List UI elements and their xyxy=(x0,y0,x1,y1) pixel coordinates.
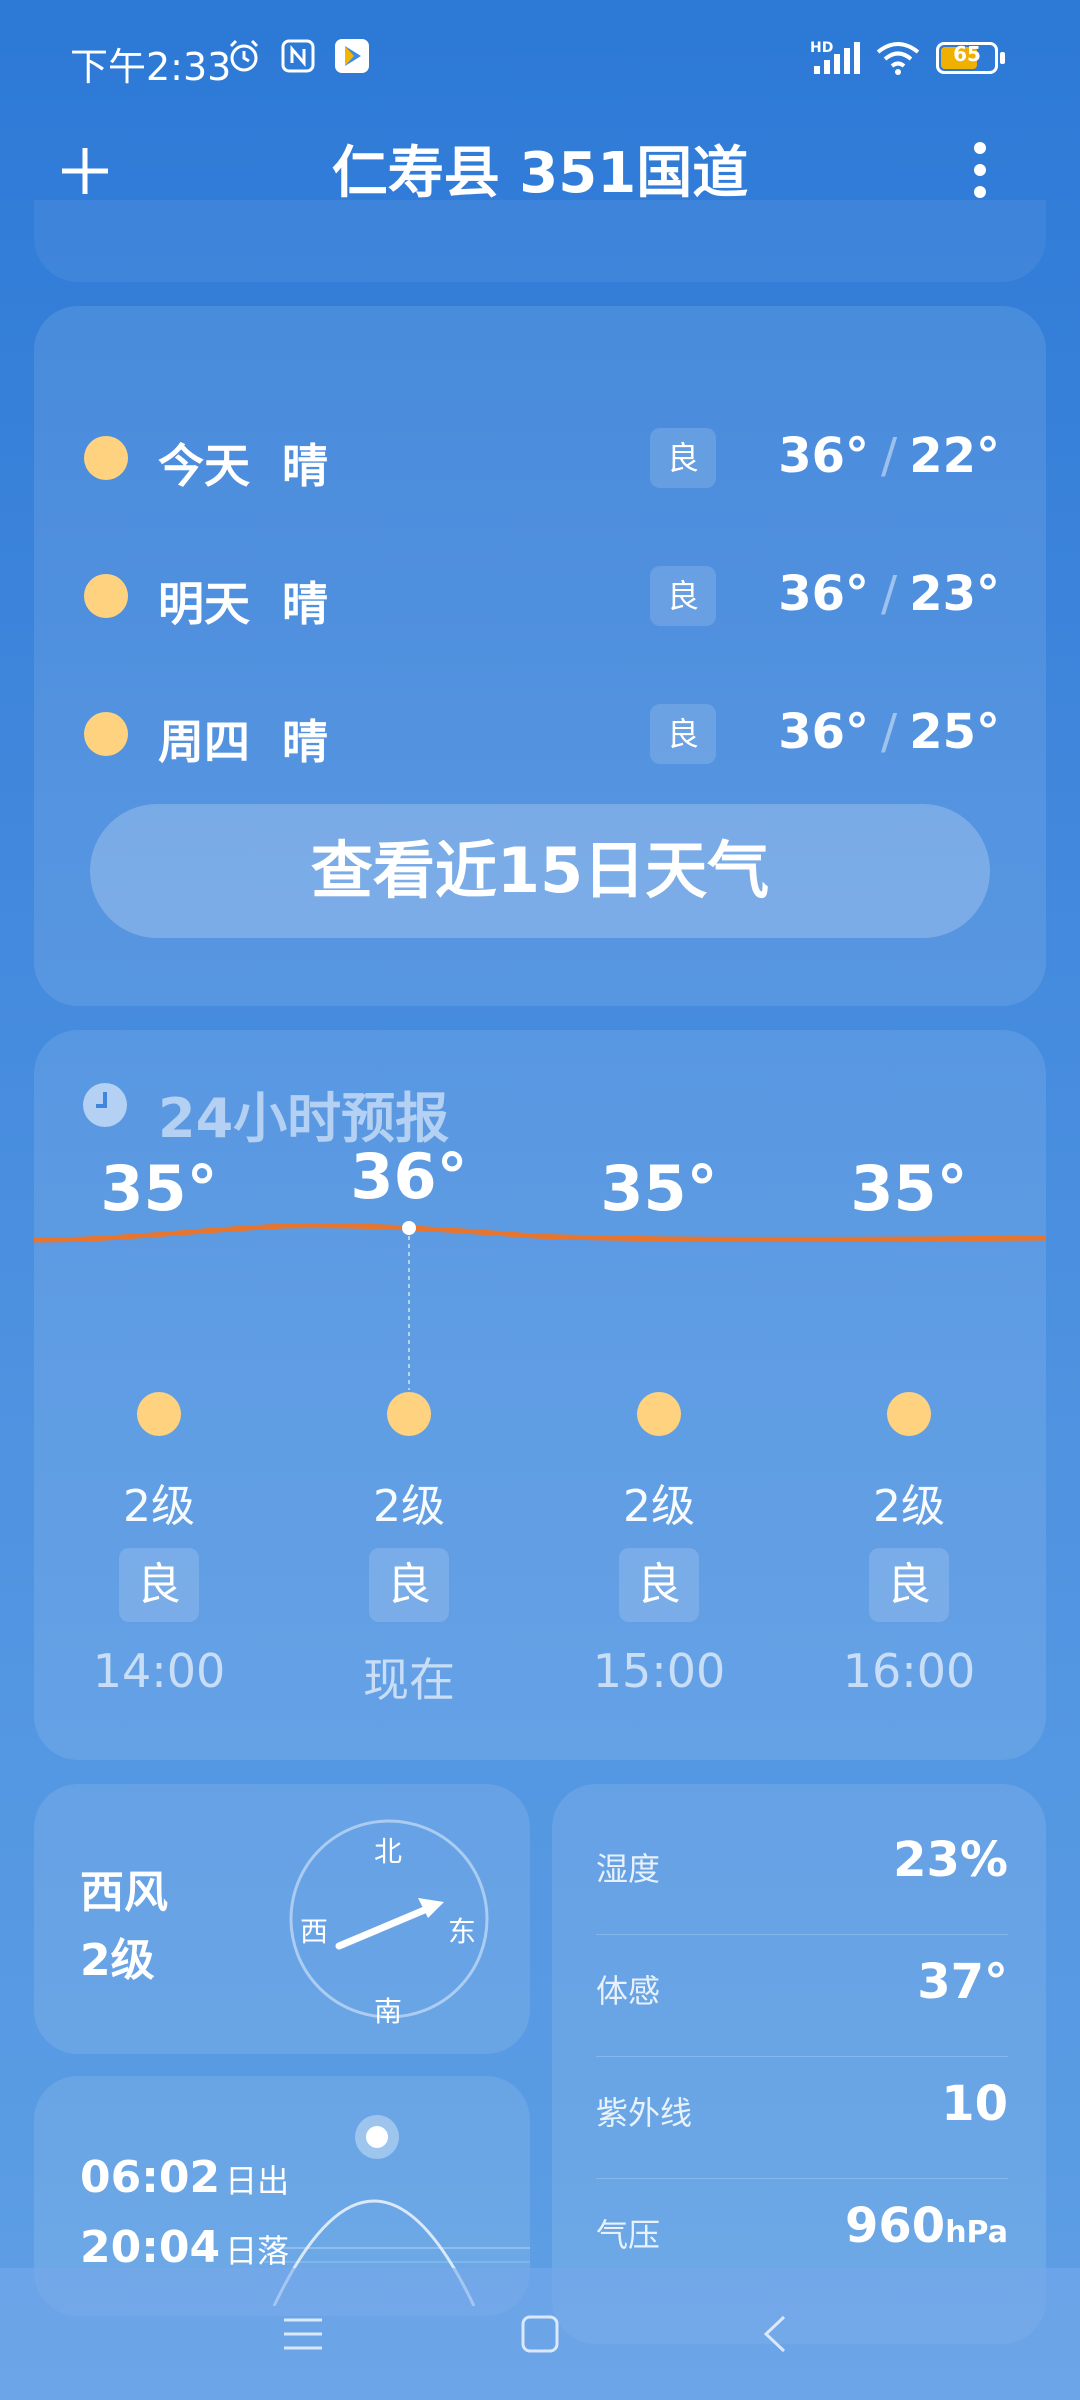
condition-label: 晴 xyxy=(282,439,329,493)
low-temp: 23° xyxy=(909,566,1000,622)
hour-time: 16:00 xyxy=(842,1644,976,1698)
status-time: 下午2:33 xyxy=(70,45,232,89)
detail-label: 气压 xyxy=(596,2216,661,2254)
condition-label: 晴 xyxy=(282,715,329,769)
day-label: 明天 xyxy=(158,577,250,631)
sunset-label: 日落 xyxy=(225,2232,290,2270)
hour-time: 现在 xyxy=(363,1653,455,1707)
hour-aqi: 良 xyxy=(619,1548,699,1622)
hour-wind: 2级 xyxy=(373,1481,445,1532)
sunny-icon xyxy=(84,436,128,480)
view-15-day-button[interactable]: 查看近15日天气 xyxy=(90,804,990,938)
day-label: 今天 xyxy=(158,439,250,493)
sunny-icon xyxy=(637,1392,681,1436)
hour-time: 15:00 xyxy=(592,1644,726,1698)
aqi-badge: 良 xyxy=(650,428,716,488)
detail-value: 37° xyxy=(917,1954,1008,2010)
high-temp: 36° xyxy=(778,704,870,760)
sunrise-label: 日出 xyxy=(225,2162,290,2200)
temp-separator: / xyxy=(881,428,898,484)
wind-level: 2级 xyxy=(80,1935,155,1986)
detail-value: 960 xyxy=(845,2198,946,2254)
detail-label: 体感 xyxy=(596,1972,661,2010)
low-temp: 22° xyxy=(909,428,1000,484)
sunrise-time: 06:02 xyxy=(80,2152,221,2203)
back-icon[interactable] xyxy=(760,2314,790,2354)
wifi-icon xyxy=(876,42,920,75)
hour-wind: 2级 xyxy=(123,1481,195,1532)
sunset-time: 20:04 xyxy=(80,2222,221,2273)
detail-uv: 紫外线 10 xyxy=(596,2058,1008,2179)
condition-label: 晴 xyxy=(282,577,329,631)
hour-column[interactable]: 2级 良 16:00 xyxy=(809,1392,1009,1698)
detail-value: 23% xyxy=(893,1832,1008,1888)
alarm-icon xyxy=(229,39,259,72)
low-temp: 25° xyxy=(909,704,1000,760)
hour-wind: 2级 xyxy=(623,1481,695,1532)
hour-column[interactable]: 2级 良 14:00 xyxy=(59,1392,259,1698)
now-marker xyxy=(402,1221,416,1235)
nfc-icon xyxy=(281,39,315,73)
sunny-icon xyxy=(887,1392,931,1436)
day-label: 周四 xyxy=(158,715,250,769)
daily-row[interactable]: 周四 晴 良 36°/25° xyxy=(34,688,1046,778)
clock-icon xyxy=(83,1083,127,1127)
battery-level: 65 xyxy=(953,42,981,66)
page-title: 仁寿县 351国道 xyxy=(331,141,749,206)
battery-icon: 65 xyxy=(936,42,998,74)
more-vertical-icon[interactable] xyxy=(960,140,1000,200)
detail-label: 湿度 xyxy=(596,1850,661,1888)
daily-row[interactable]: 今天 晴 良 36°/22° xyxy=(34,412,1046,502)
battery-tip xyxy=(1000,52,1005,64)
sunny-icon xyxy=(137,1392,181,1436)
menu-icon[interactable] xyxy=(282,2316,324,2352)
hour-aqi: 良 xyxy=(369,1548,449,1622)
previous-card-edge xyxy=(34,200,1046,282)
hour-time: 14:00 xyxy=(92,1644,226,1698)
aqi-badge: 良 xyxy=(650,566,716,626)
detail-unit: hPa xyxy=(945,2215,1008,2250)
detail-feels-like: 体感 37° xyxy=(596,1936,1008,2057)
compass-east: 东 xyxy=(448,1915,477,1948)
wind-card[interactable]: 西风 2级 北 南 西 东 xyxy=(34,1784,530,2054)
detail-label: 紫外线 xyxy=(596,2094,693,2132)
hour-aqi: 良 xyxy=(869,1548,949,1622)
hour-column[interactable]: 2级 良 现在 xyxy=(309,1392,509,1710)
temperature-curve xyxy=(34,1221,1046,1390)
hour-column[interactable]: 2级 良 15:00 xyxy=(559,1392,759,1698)
temp-separator: / xyxy=(881,566,898,622)
compass-west: 西 xyxy=(300,1915,329,1948)
compass-south: 南 xyxy=(374,1995,403,2028)
compass-north: 北 xyxy=(374,1835,403,1868)
aqi-badge: 良 xyxy=(650,704,716,764)
play-store-icon xyxy=(335,39,369,73)
detail-value: 10 xyxy=(941,2076,1008,2132)
sunny-icon xyxy=(387,1392,431,1436)
sunny-icon xyxy=(84,712,128,756)
sunny-icon xyxy=(84,574,128,618)
signal-icon xyxy=(814,42,860,74)
wind-direction: 西风 xyxy=(80,1867,168,1918)
high-temp: 36° xyxy=(778,428,870,484)
hour-aqi: 良 xyxy=(119,1548,199,1622)
details-card[interactable]: 湿度 23% 体感 37° 紫外线 10 气压 960hPa xyxy=(552,1784,1046,2344)
detail-humidity: 湿度 23% xyxy=(596,1814,1008,1935)
daily-row[interactable]: 明天 晴 良 36°/23° xyxy=(34,550,1046,640)
home-icon[interactable] xyxy=(520,2314,560,2354)
high-temp: 36° xyxy=(778,566,870,622)
temp-separator: / xyxy=(881,704,898,760)
hour-wind: 2级 xyxy=(873,1481,945,1532)
